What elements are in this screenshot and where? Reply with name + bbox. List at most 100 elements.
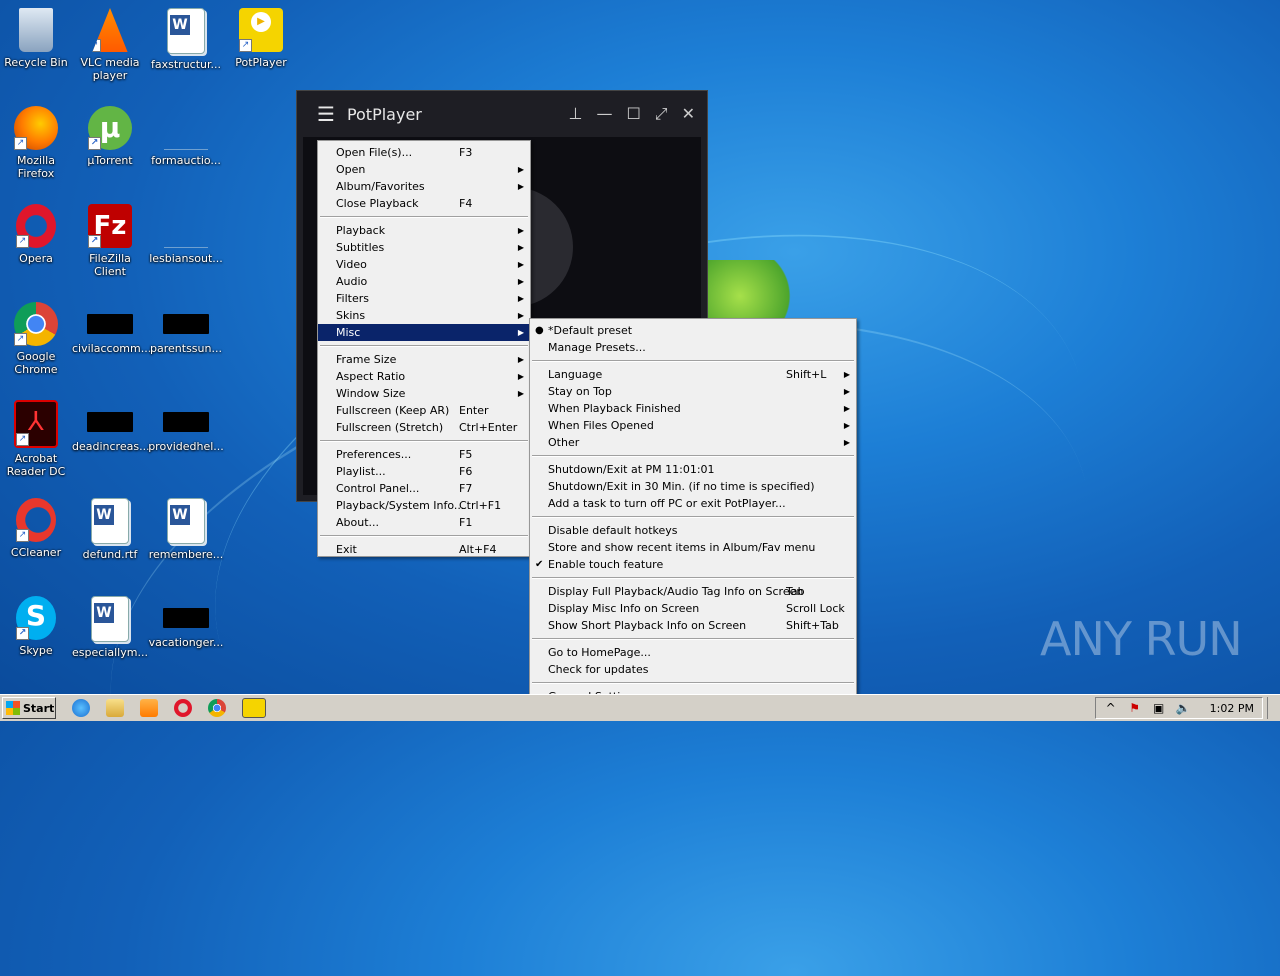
menu-item-label: Skins [336,309,366,322]
menu-item-store-and-show-recent-items-in-album-fav-menu[interactable]: Store and show recent items in Album/Fav… [530,539,856,556]
desktop-icon-formauctio[interactable]: formauctio... [148,100,224,167]
context-menu-main[interactable]: Open File(s)... F3 Open ▶ Album/Favorites ▶ Cl… [317,140,531,557]
show-hidden-icons-icon[interactable]: ^ [1104,701,1118,715]
minimize-icon[interactable]: — [596,104,612,124]
desktop-icon-firefox[interactable]: ↗ Mozilla Firefox [0,100,74,180]
show-desktop-button[interactable] [1267,697,1278,719]
desktop-icon-vacationger[interactable]: vacationger... [148,590,224,649]
menu-item-album-favorites[interactable]: Album/Favorites ▶ [318,178,530,195]
media-player-icon[interactable] [140,699,158,717]
desktop-icon-label: CCleaner [10,546,62,559]
clock[interactable]: 1:02 PM [1210,702,1254,715]
desktop-icon-defund[interactable]: defund.rtf [72,492,148,561]
potplayer-titlebar[interactable]: ☰ PotPlayer ⊥ — ☐ ⤢ ✕ [297,91,707,137]
network-icon[interactable]: ▣ [1152,701,1166,715]
menu-item-display-misc-info-on-screen[interactable]: Display Misc Info on Screen Scroll Lock [530,600,856,617]
menu-item-preferences[interactable]: Preferences... F5 [318,446,530,463]
menu-item-filters[interactable]: Filters ▶ [318,290,530,307]
menu-item-video[interactable]: Video ▶ [318,256,530,273]
menu-item-aspect-ratio[interactable]: Aspect Ratio ▶ [318,368,530,385]
maximize-icon[interactable]: ☐ [626,104,640,124]
menu-item-close-playback[interactable]: Close Playback F4 [318,195,530,212]
menu-item-audio[interactable]: Audio ▶ [318,273,530,290]
opera-icon[interactable] [174,699,192,717]
menu-item-label: Filters [336,292,369,305]
menu-item-language[interactable]: Language Shift+L ▶ [530,366,856,383]
menu-item-misc[interactable]: Misc ▶ [318,324,530,341]
close-icon[interactable]: ✕ [682,104,695,124]
start-button[interactable]: Start [2,697,56,719]
windows-logo-icon [6,701,20,715]
menu-item-about[interactable]: About... F1 [318,514,530,531]
menu-item-exit[interactable]: Exit Alt+F4 [318,541,530,558]
menu-item-other[interactable]: Other ▶ [530,434,856,451]
desktop-icon-recycle-bin[interactable]: Recycle Bin [0,2,74,69]
context-menu-misc[interactable]: ● *Default preset Manage Presets... Languag… [529,318,857,704]
menu-item-shutdown-exit-in-30-min-if-no-time-is-specified[interactable]: Shutdown/Exit in 30 Min. (if no time is … [530,478,856,495]
menu-item-label: Stay on Top [548,385,612,398]
filezilla-icon: Fz ↗ [88,204,132,248]
menu-item-fullscreen-stretch[interactable]: Fullscreen (Stretch) Ctrl+Enter [318,419,530,436]
menu-item-playback[interactable]: Playback ▶ [318,222,530,239]
menu-item-subtitles[interactable]: Subtitles ▶ [318,239,530,256]
desktop-icon-lesbiansout[interactable]: lesbiansout... [148,198,224,265]
redacted-file-icon [163,314,209,334]
desktop-icon-utorrent[interactable]: µ ↗ µTorrent [72,100,148,167]
desktop-icon-chrome[interactable]: ↗ Google Chrome [0,296,74,376]
menu-item-playback-system-info[interactable]: Playback/System Info... Ctrl+F1 [318,497,530,514]
folder-icon[interactable] [106,699,124,717]
menu-item-label: Store and show recent items in Album/Fav… [548,541,816,554]
shortcut-arrow-icon: ↗ [16,627,29,640]
menu-item-when-playback-finished[interactable]: When Playback Finished ▶ [530,400,856,417]
menu-item-enable-touch-feature[interactable]: ✔ Enable touch feature [530,556,856,573]
submenu-arrow-icon: ▶ [843,387,850,396]
menu-item-default-preset[interactable]: ● *Default preset [530,322,856,339]
menu-item-show-short-playback-info-on-screen[interactable]: Show Short Playback Info on Screen Shift+… [530,617,856,634]
menu-item-window-size[interactable]: Window Size ▶ [318,385,530,402]
menu-item-control-panel[interactable]: Control Panel... F7 [318,480,530,497]
skype-icon: S ↗ [16,596,56,640]
potplayer-taskbar-icon[interactable] [242,698,266,718]
desktop-icon-potplayer[interactable]: ↗ PotPlayer [223,2,299,69]
menu-item-label: Audio [336,275,368,288]
internet-explorer-icon[interactable] [72,699,90,717]
menu-item-open[interactable]: Open ▶ [318,161,530,178]
desktop-icon-civilaccomm[interactable]: civilaccomm... [72,296,151,355]
menu-item-manage-presets[interactable]: Manage Presets... [530,339,856,356]
fullscreen-icon[interactable]: ⤢ [655,104,668,124]
desktop-icon-deadincreas[interactable]: deadincreas... [72,394,150,453]
desktop-icon-opera[interactable]: ↗ Opera [0,198,74,265]
desktop-icon-label: faxstructur... [151,58,221,71]
desktop-icon-vlc[interactable]: ↗ VLC media player [72,2,148,82]
menu-item-stay-on-top[interactable]: Stay on Top ▶ [530,383,856,400]
pin-icon[interactable]: ⊥ [569,104,583,124]
shortcut-arrow-icon: ↗ [14,333,27,346]
desktop-icon-remembere[interactable]: remembere... [148,492,224,561]
desktop-icon-skype[interactable]: S ↗ Skype [0,590,74,657]
desktop-icon-especiallym[interactable]: especiallym... [72,590,148,659]
menu-item-playlist[interactable]: Playlist... F6 [318,463,530,480]
menu-item-frame-size[interactable]: Frame Size ▶ [318,351,530,368]
menu-item-go-to-homepage[interactable]: Go to HomePage... [530,644,856,661]
volume-icon[interactable]: 🔈 [1176,701,1191,715]
menu-item-disable-default-hotkeys[interactable]: Disable default hotkeys [530,522,856,539]
menu-item-label: Control Panel... [336,482,420,495]
desktop-icon-acrobat[interactable]: ⅄ ↗ Acrobat Reader DC [0,394,74,478]
menu-item-check-for-updates[interactable]: Check for updates [530,661,856,678]
desktop-icon-parentssun[interactable]: parentssun... [148,296,224,355]
menu-item-add-a-task-to-turn-off-pc-or-exit-potplayer[interactable]: Add a task to turn off PC or exit PotPla… [530,495,856,512]
desktop-icon-faxstructur[interactable]: faxstructur... [148,2,224,71]
menu-item-shutdown-exit-at-pm-11-01-01[interactable]: Shutdown/Exit at PM 11:01:01 [530,461,856,478]
menu-item-when-files-opened[interactable]: When Files Opened ▶ [530,417,856,434]
anyrun-watermark: ANY RUN [1040,612,1243,666]
menu-item-fullscreen-keep-ar[interactable]: Fullscreen (Keep AR) Enter [318,402,530,419]
menu-item-skins[interactable]: Skins ▶ [318,307,530,324]
menu-item-open-file-s[interactable]: Open File(s)... F3 [318,144,530,161]
desktop-icon-ccleaner[interactable]: ↗ CCleaner [0,492,74,559]
desktop-icon-filezilla[interactable]: Fz ↗ FileZilla Client [72,198,148,278]
flag-alert-icon[interactable]: ⚑ [1128,701,1142,715]
hamburger-icon[interactable]: ☰ [317,104,335,124]
menu-item-display-full-playback-audio-tag-info-on-screen[interactable]: Display Full Playback/Audio Tag Info on … [530,583,856,600]
desktop-icon-providedhel[interactable]: providedhel... [148,394,224,453]
chrome-icon[interactable] [208,699,226,717]
